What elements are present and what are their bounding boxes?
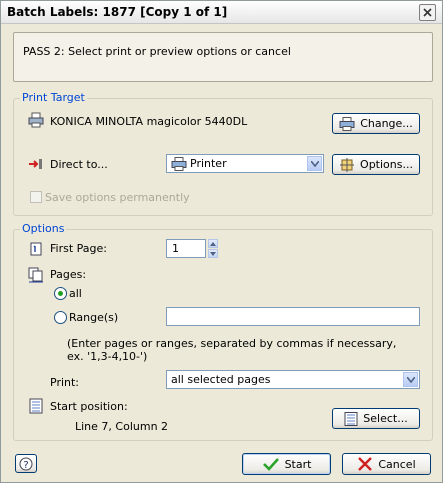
print-select[interactable]: all selected pages — [166, 370, 420, 389]
cancel-button[interactable]: Cancel — [342, 453, 431, 475]
printer-icon — [28, 112, 44, 128]
select-button-label: Select... — [363, 412, 408, 425]
chevron-down-icon — [407, 377, 415, 383]
help-icon: ? — [19, 457, 33, 471]
direct-to-value: Printer — [190, 157, 227, 170]
print-target-legend: Print Target — [20, 91, 87, 104]
printer-icon — [339, 116, 355, 131]
change-printer-button[interactable]: Change... — [332, 113, 420, 134]
options-legend: Options — [20, 222, 67, 235]
chevron-down-icon — [311, 161, 319, 167]
first-page-icon — [30, 242, 42, 256]
info-box: PASS 2: Select print or preview options … — [13, 32, 433, 82]
first-page-label: First Page: — [50, 242, 107, 255]
pages-all-label: all — [69, 287, 82, 300]
chevron-down-icon — [210, 252, 216, 256]
select-start-position-button[interactable]: Select... — [332, 408, 420, 429]
start-position-label: Start position: — [50, 400, 128, 413]
chevron-up-icon — [210, 242, 216, 246]
direct-to-arrow-icon — [29, 159, 42, 169]
pages-all-radio[interactable] — [54, 287, 67, 300]
change-button-label: Change... — [360, 117, 413, 130]
title-bar: Batch Labels: 1877 [Copy 1 of 1] — [1, 1, 442, 24]
print-label: Print: — [50, 376, 80, 389]
help-button[interactable]: ? — [15, 454, 37, 473]
save-options-label: Save options permanently — [45, 191, 190, 204]
pages-ranges-radio[interactable] — [54, 311, 67, 324]
close-icon — [423, 8, 432, 17]
batch-labels-dialog: Batch Labels: 1877 [Copy 1 of 1] PASS 2:… — [0, 0, 443, 483]
window-title: Batch Labels: 1877 [Copy 1 of 1] — [7, 5, 228, 19]
options-icon — [340, 157, 355, 172]
svg-text:?: ? — [23, 460, 28, 471]
spin-up-button[interactable] — [208, 239, 218, 248]
pages-ranges-label: Range(s) — [69, 311, 119, 324]
print-value: all selected pages — [171, 373, 271, 386]
start-button[interactable]: Start — [242, 453, 331, 475]
printer-icon — [171, 157, 187, 171]
spin-down-button[interactable] — [208, 249, 218, 258]
info-text: PASS 2: Select print or preview options … — [23, 45, 291, 58]
ranges-hint-line1: (Enter pages or ranges, separated by com… — [67, 337, 397, 350]
close-button[interactable] — [419, 4, 436, 21]
first-page-spinner[interactable] — [208, 239, 218, 258]
first-page-input[interactable]: 1 — [166, 239, 206, 258]
label-sheet-icon — [344, 411, 358, 426]
checkmark-icon — [262, 458, 279, 471]
save-options-checkbox[interactable] — [30, 191, 42, 203]
direct-to-select[interactable]: Printer — [166, 154, 324, 173]
direct-to-dropdown-arrow[interactable] — [307, 156, 322, 171]
cancel-button-label: Cancel — [378, 457, 416, 471]
printer-name: KONICA MINOLTA magicolor 5440DL — [50, 115, 248, 128]
first-page-value: 1 — [172, 242, 179, 255]
page-ranges-input[interactable] — [166, 307, 420, 326]
pages-label: Pages: — [50, 268, 87, 281]
pages-icon — [28, 267, 43, 283]
options-button-label: Options... — [360, 158, 413, 171]
start-position-icon — [29, 398, 43, 414]
ranges-hint-line2: ex. '1,3-4,10-') — [67, 350, 148, 363]
cancel-x-icon — [358, 457, 373, 471]
print-dropdown-arrow[interactable] — [403, 372, 418, 387]
start-position-value: Line 7, Column 2 — [75, 420, 169, 433]
start-button-label: Start — [284, 457, 312, 471]
direct-to-label: Direct to... — [50, 158, 108, 171]
printer-options-button[interactable]: Options... — [332, 154, 420, 175]
